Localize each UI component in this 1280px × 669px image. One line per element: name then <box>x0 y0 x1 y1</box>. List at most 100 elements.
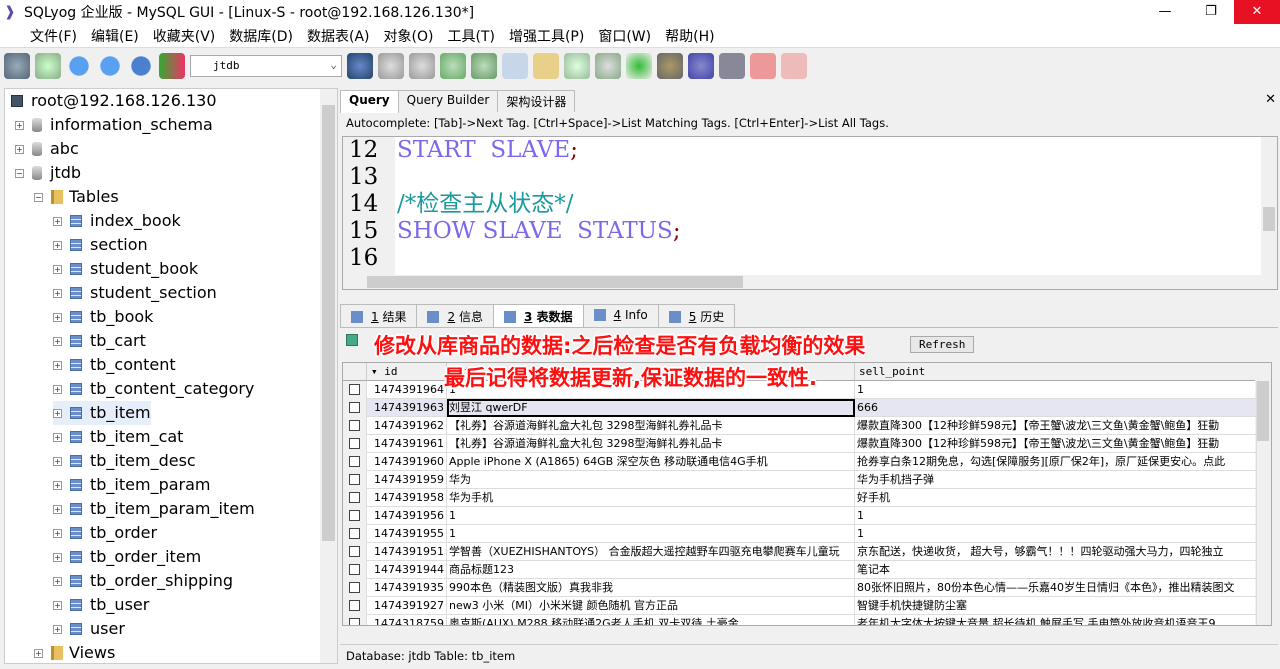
expand-icon[interactable]: + <box>53 456 62 466</box>
migration-icon[interactable] <box>657 53 683 79</box>
row-checkbox[interactable] <box>349 618 360 625</box>
cell-sell-point[interactable]: 抢券享白条12期免息，勾选[保障服务][原厂保2年]，原厂延保更安心。点此 <box>855 453 1257 471</box>
database-select[interactable]: jtdb ⌄ <box>190 55 342 77</box>
tree-table-tb-content-category[interactable]: + tb_content_category <box>53 377 254 401</box>
row-checkbox[interactable] <box>349 474 360 485</box>
tab-result-1[interactable]: 1 结果 <box>340 304 418 327</box>
tree-folder-tables[interactable]: − Tables <box>34 185 119 209</box>
tree-table-tb-book[interactable]: + tb_book <box>53 305 153 329</box>
table-row[interactable]: 1474391962 【礼券】谷源道海鲜礼盒大礼包 3298型海鲜礼券礼品卡 爆款直… <box>343 417 1257 435</box>
expand-icon[interactable]: + <box>53 480 62 490</box>
tree-scrollbar[interactable] <box>320 89 337 663</box>
db-sync-icon[interactable] <box>595 53 621 79</box>
expand-icon[interactable]: + <box>53 408 62 418</box>
execute-edit-icon[interactable] <box>128 53 154 79</box>
menu-power-tools[interactable]: 增强工具(P) <box>509 26 584 46</box>
tree-table-student-section[interactable]: + student_section <box>53 281 217 305</box>
cell-sell-point[interactable]: 老年机大字体大按键大音量 超长待机 触屏手写 手电筒外放收音机语音王9 <box>855 615 1257 625</box>
scheduler-icon[interactable] <box>688 53 714 79</box>
table-row[interactable]: 1474391956 1 1 <box>343 507 1257 525</box>
table-row[interactable]: 1474318759 奥克斯(AUX) M288 移动联通2G老人手机 双卡双待 … <box>343 615 1257 625</box>
expand-icon[interactable]: + <box>53 576 62 586</box>
tree-table-tb-order[interactable]: + tb_order <box>53 521 157 545</box>
cell-id[interactable]: 1474391956 <box>367 507 447 525</box>
grid-scrollbar[interactable] <box>1255 363 1271 625</box>
tree-table-user[interactable]: + user <box>53 617 125 641</box>
row-checkbox[interactable] <box>349 438 360 449</box>
cell-title[interactable]: 刘昱江 qwerDF <box>447 399 855 417</box>
tree-table-tb-item-param-item[interactable]: + tb_item_param_item <box>53 497 255 521</box>
cell-id[interactable]: 1474391951 <box>367 543 447 561</box>
cell-title[interactable]: new3 小米（MI）小米米键 颜色随机 官方正品 <box>447 597 855 615</box>
table-row[interactable]: 1474391944 商品标题123 笔记本 <box>343 561 1257 579</box>
cell-id[interactable]: 1474391955 <box>367 525 447 543</box>
expand-icon[interactable]: + <box>53 552 62 562</box>
tree-db-jtdb[interactable]: − jtdb <box>15 161 81 185</box>
tree-table-tb-item-desc[interactable]: + tb_item_desc <box>53 449 196 473</box>
tree-connection[interactable]: root@192.168.126.130 <box>11 89 217 113</box>
expand-icon[interactable]: + <box>53 528 62 538</box>
tree-table-tb-user[interactable]: + tb_user <box>53 593 149 617</box>
cell-title[interactable]: 【礼券】谷源道海鲜礼盒大礼包 3298型海鲜礼券礼品卡 <box>447 435 855 453</box>
cell-id[interactable]: 1474391964 <box>367 381 447 399</box>
new-query-icon[interactable] <box>35 53 61 79</box>
tree-table-tb-item-param[interactable]: + tb_item_param <box>53 473 211 497</box>
execute-all-icon[interactable] <box>97 53 123 79</box>
cell-id[interactable]: 1474391959 <box>367 471 447 489</box>
row-checkbox[interactable] <box>349 582 360 593</box>
expand-icon[interactable]: + <box>34 648 43 658</box>
menu-favorites[interactable]: 收藏夹(V) <box>153 26 216 46</box>
collapse-icon[interactable]: − <box>15 168 24 178</box>
tab-result-3[interactable]: 3 表数据 <box>492 304 584 327</box>
expand-icon[interactable]: + <box>53 216 62 226</box>
sql-editor[interactable]: 12 START SLAVE; 13 14 /*检查主从状态*/ 15 SHOW SLAVE… <box>342 136 1278 290</box>
menu-object[interactable]: 对象(O) <box>384 26 434 46</box>
cell-title[interactable]: Apple iPhone X (A1865) 64GB 深空灰色 移动联通电信4… <box>447 453 855 471</box>
table-row[interactable]: 1474391958 华为手机 好手机 <box>343 489 1257 507</box>
expand-icon[interactable]: + <box>53 264 62 274</box>
add-row-icon[interactable] <box>346 334 358 346</box>
table-icon[interactable] <box>502 53 528 79</box>
tab-result-4[interactable]: 4 Info <box>582 304 659 327</box>
table-row[interactable]: 1474391955 1 1 <box>343 525 1257 543</box>
tab-result-5[interactable]: 5 历史 <box>657 304 736 327</box>
import-icon[interactable] <box>440 53 466 79</box>
column-header-sell-point[interactable]: sell_point <box>855 363 1257 381</box>
cell-sell-point[interactable]: 1 <box>855 525 1257 543</box>
menu-help[interactable]: 帮助(H) <box>665 26 714 46</box>
tree-db-information-schema[interactable]: + information_schema <box>15 113 213 137</box>
collapse-icon[interactable]: − <box>34 192 43 202</box>
cell-id[interactable]: 1474391960 <box>367 453 447 471</box>
expand-icon[interactable]: + <box>53 432 62 442</box>
expand-icon[interactable]: + <box>15 144 24 154</box>
schema-designer-icon[interactable] <box>781 53 807 79</box>
expand-icon[interactable]: + <box>15 120 24 130</box>
cell-title[interactable]: 华为手机 <box>447 489 855 507</box>
tab-query[interactable]: Query <box>340 90 399 113</box>
tree-table-tb-order-item[interactable]: + tb_order_item <box>53 545 201 569</box>
editor-vscrollbar[interactable] <box>1261 137 1277 277</box>
tab-schema-designer[interactable]: 架构设计器 <box>497 90 576 112</box>
table-row[interactable]: 1474391935 990本色（精装图文版）真我非我 80张怀旧照片，80份本色心… <box>343 579 1257 597</box>
tree-db-abc[interactable]: + abc <box>15 137 79 161</box>
row-checkbox[interactable] <box>349 492 360 503</box>
expand-icon[interactable]: + <box>53 312 62 322</box>
cell-id[interactable]: 1474391963 <box>367 399 447 417</box>
cell-sell-point[interactable]: 666 <box>855 399 1257 417</box>
tree-table-section[interactable]: + section <box>53 233 148 257</box>
cell-id[interactable]: 1474391944 <box>367 561 447 579</box>
query-builder-icon[interactable] <box>750 53 776 79</box>
expand-icon[interactable]: + <box>53 600 62 610</box>
menu-tools[interactable]: 工具(T) <box>447 26 494 46</box>
menu-window[interactable]: 窗口(W) <box>598 26 651 46</box>
tree-table-tb-item[interactable]: + tb_item <box>53 401 151 425</box>
row-checkbox[interactable] <box>349 420 360 431</box>
execute-icon[interactable] <box>66 53 92 79</box>
restore-button[interactable]: ❐ <box>1188 0 1234 24</box>
column-header-id[interactable]: ▾ id <box>367 363 447 381</box>
cell-title[interactable]: 【礼券】谷源道海鲜礼盒大礼包 3298型海鲜礼券礼品卡 <box>447 417 855 435</box>
table-row[interactable]: 1474391951 学智善（XUEZHISHANTOYS） 合金版超大遥控越野车… <box>343 543 1257 561</box>
menu-table[interactable]: 数据表(A) <box>307 26 370 46</box>
editor-hscrollbar[interactable] <box>343 275 1277 289</box>
user-manager-icon[interactable] <box>347 53 373 79</box>
